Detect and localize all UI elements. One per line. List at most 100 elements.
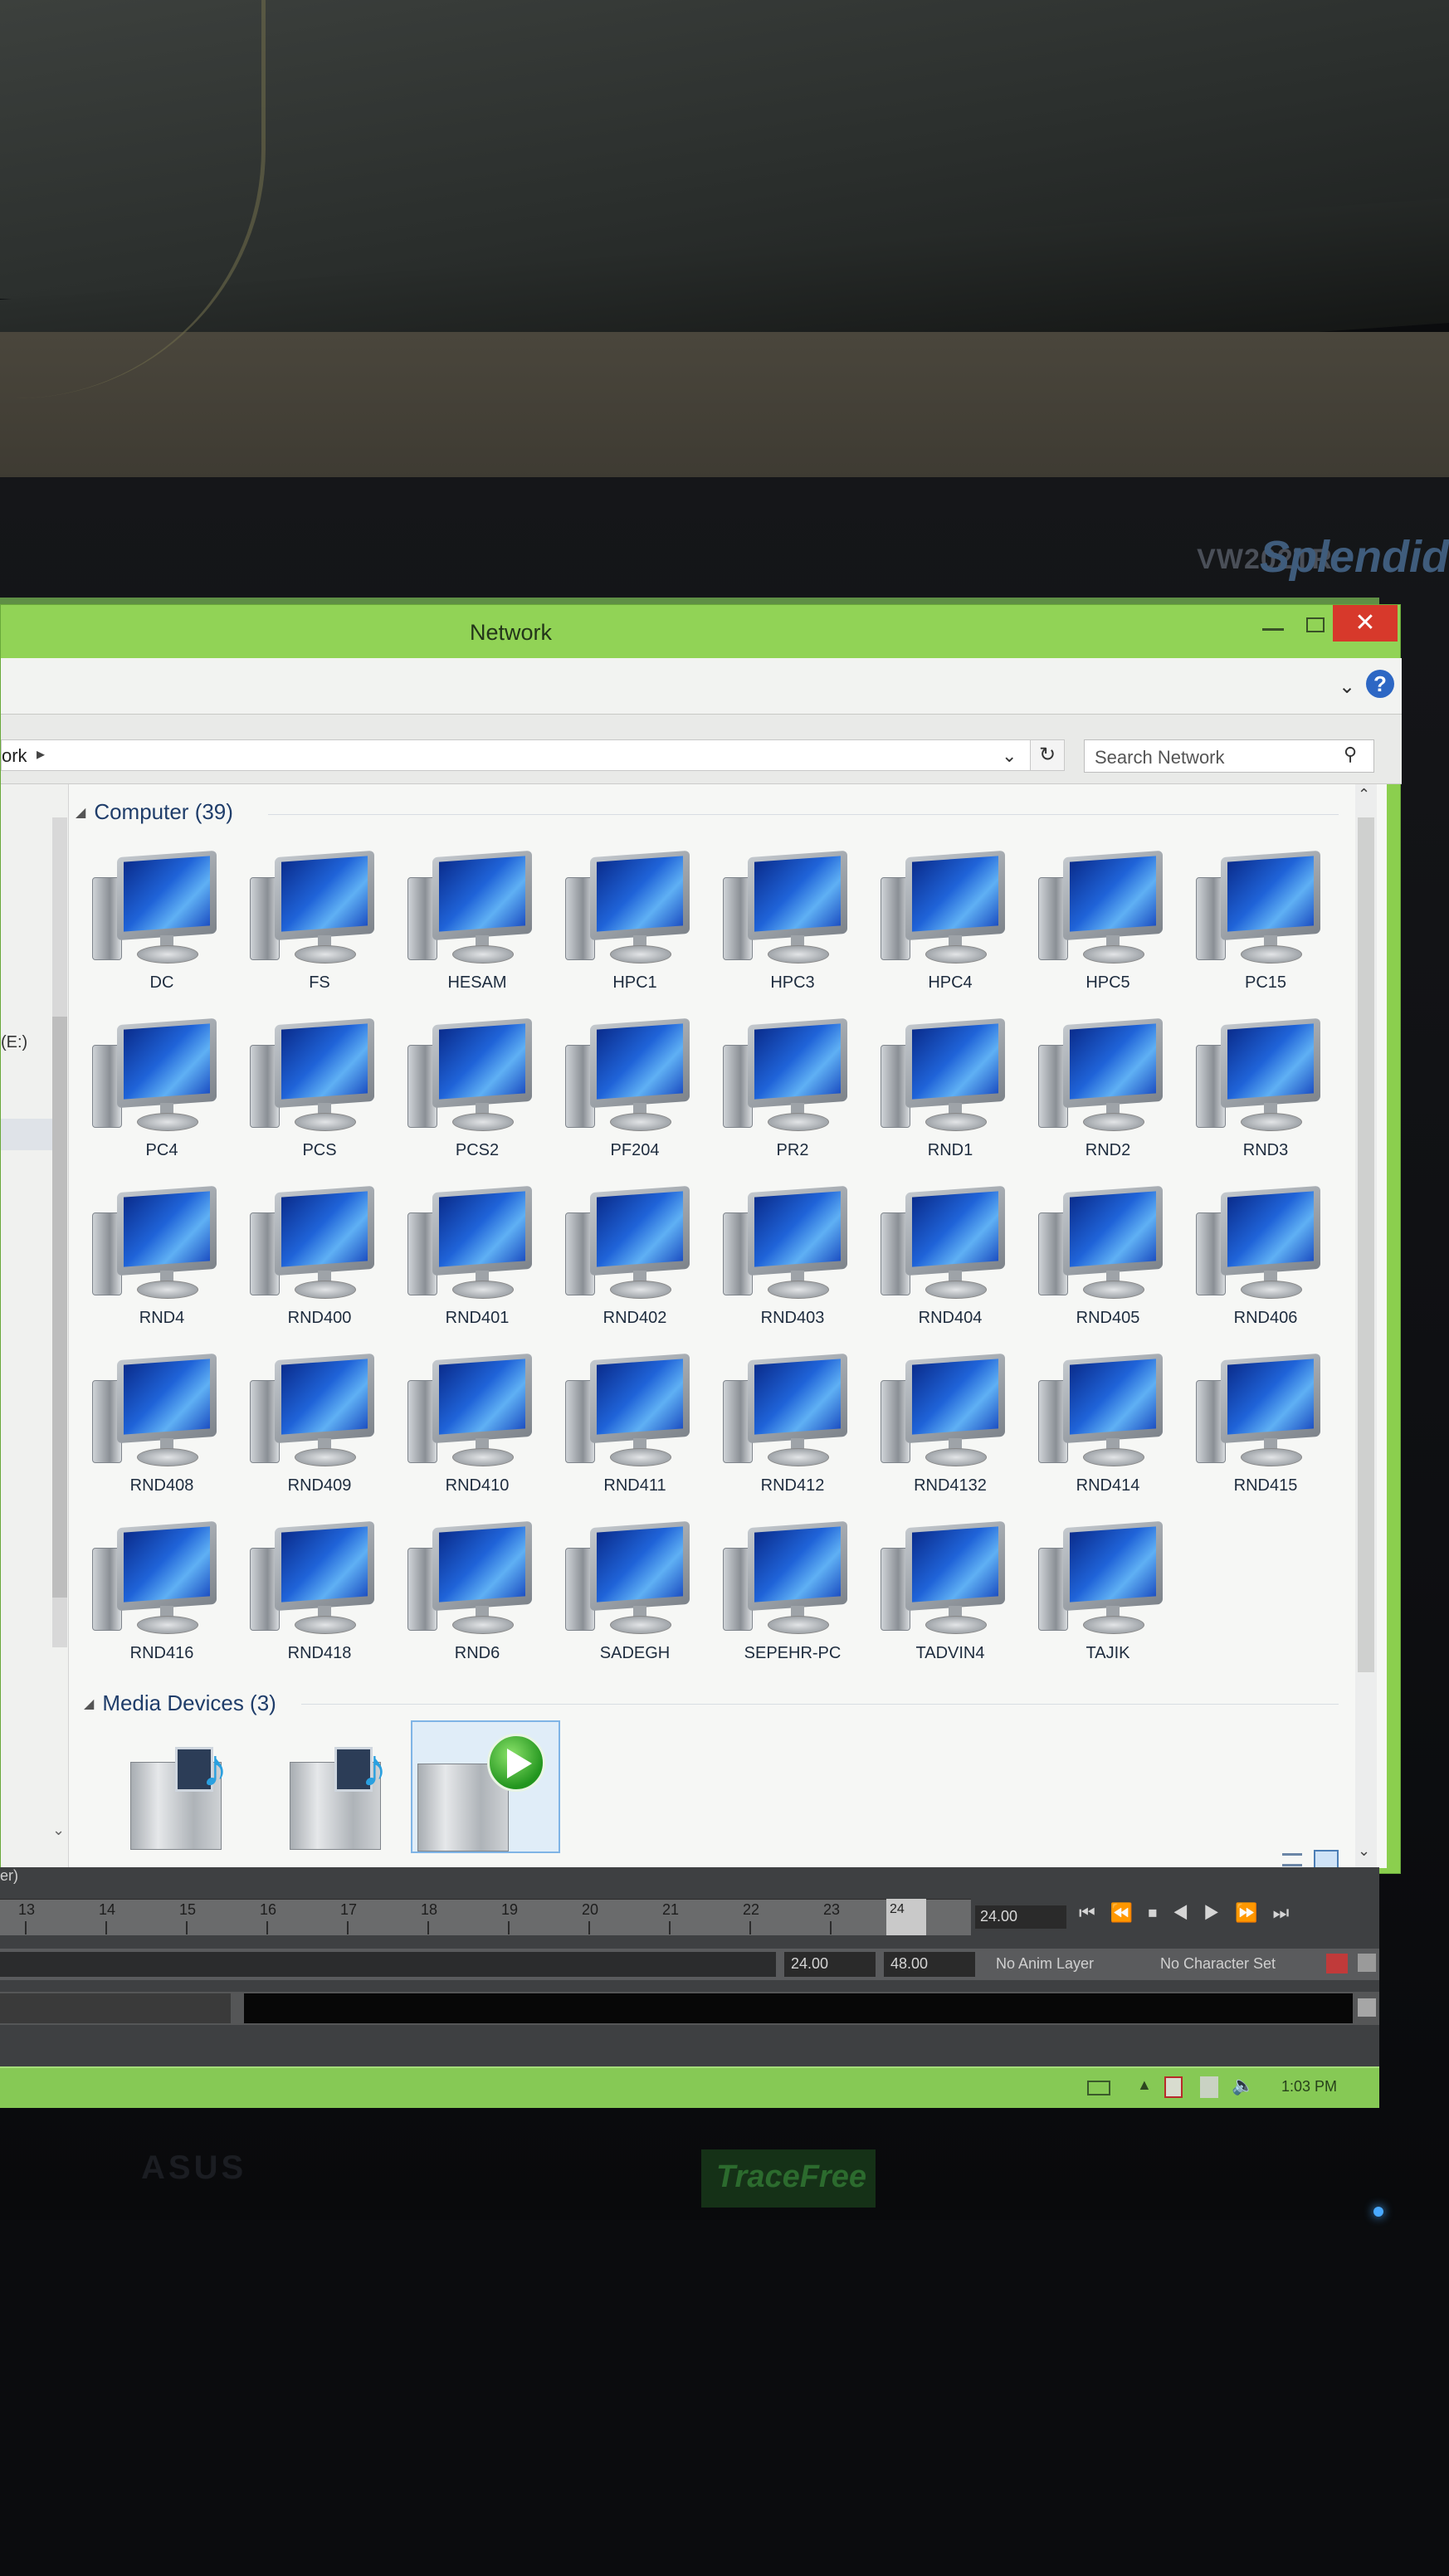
network-computer-item[interactable]: RND6 [402, 1513, 552, 1679]
network-computer-item[interactable]: RND406 [1191, 1178, 1340, 1344]
volume-icon[interactable]: 🔈 [1232, 2075, 1254, 2096]
minimize-button[interactable] [1262, 628, 1284, 631]
maximize-button[interactable] [1306, 617, 1325, 632]
expand-ribbon-icon[interactable]: ⌄ [1339, 675, 1355, 699]
network-computer-item[interactable]: RND414 [1033, 1345, 1183, 1511]
network-computer-item[interactable]: TAJIK [1033, 1513, 1183, 1679]
network-computer-item[interactable]: PC15 [1191, 842, 1340, 1008]
network-computer-item[interactable]: TADVIN4 [876, 1513, 1025, 1679]
network-computer-item[interactable]: RND4 [87, 1178, 237, 1344]
collapse-triangle-icon[interactable]: ◢ [76, 806, 85, 820]
network-computer-item[interactable]: RND403 [718, 1178, 867, 1344]
breadcrumb-arrow-icon[interactable]: ▸ [37, 744, 45, 764]
close-button[interactable]: ✕ [1333, 605, 1398, 642]
character-set-dropdown[interactable]: No Character Set [1160, 1955, 1276, 1973]
monitor-stand-icon [137, 1113, 198, 1131]
computer-screen-icon [754, 1023, 841, 1100]
network-computer-item[interactable]: DC [87, 842, 237, 1008]
show-hidden-icons-icon[interactable]: ▲ [1137, 2076, 1152, 2094]
network-computer-item[interactable]: RND404 [876, 1178, 1025, 1344]
monitor-stand-icon [137, 1616, 198, 1634]
nav-item-network[interactable] [1, 1119, 52, 1150]
network-computer-item[interactable]: RND416 [87, 1513, 237, 1679]
computer-screen-icon [912, 856, 998, 932]
network-computer-item[interactable]: PF204 [560, 1010, 710, 1176]
group-header-computer[interactable]: ◢ Computer (39) [76, 799, 233, 825]
computer-name-label: HESAM [447, 973, 507, 992]
anim-layer-dropdown[interactable]: No Anim Layer [996, 1955, 1094, 1973]
network-computer-item[interactable]: PR2 [718, 1010, 867, 1176]
time-ruler[interactable]: 13 14 15 16 17 18 19 20 21 22 23 24 [0, 1899, 971, 1935]
network-computer-item[interactable]: SEPEHR-PC [718, 1513, 867, 1679]
network-computer-item[interactable]: PCS2 [402, 1010, 552, 1176]
breadcrumb[interactable]: ork [2, 745, 27, 767]
network-computer-item[interactable]: FS [245, 842, 394, 1008]
title-bar[interactable]: Network ✕ [1, 605, 1400, 658]
network-computer-item[interactable]: RND408 [87, 1345, 237, 1511]
network-computer-item[interactable]: RND3 [1191, 1010, 1340, 1176]
media-device-1[interactable]: ♪ [125, 1737, 250, 1853]
address-history-dropdown-icon[interactable]: ⌄ [1002, 745, 1017, 767]
search-input[interactable]: Search Network ⚲ [1084, 739, 1374, 773]
network-computer-item[interactable]: SADEGH [560, 1513, 710, 1679]
network-computer-item[interactable]: PCS [245, 1010, 394, 1176]
ruler-tick [186, 1921, 188, 1934]
media-device-2[interactable]: ♪ [285, 1737, 409, 1853]
command-line-input[interactable] [0, 1993, 231, 2023]
network-computer-item[interactable]: RND409 [245, 1345, 394, 1511]
network-computer-item[interactable]: RND4132 [876, 1345, 1025, 1511]
network-computer-item[interactable]: HPC5 [1033, 842, 1183, 1008]
computer-screen-icon [597, 1526, 683, 1603]
scroll-up-icon[interactable]: ⌃ [1358, 786, 1370, 803]
collapse-triangle-icon[interactable]: ◢ [84, 1697, 94, 1711]
monitor-stand-icon [1083, 945, 1144, 964]
network-computer-item[interactable]: RND410 [402, 1345, 552, 1511]
help-icon[interactable]: ? [1366, 670, 1394, 698]
network-computer-item[interactable]: RND415 [1191, 1345, 1340, 1511]
network-computer-item[interactable]: RND418 [245, 1513, 394, 1679]
nav-scroll-down-icon[interactable]: ⌄ [52, 1822, 65, 1839]
network-computer-item[interactable]: HPC4 [876, 842, 1025, 1008]
script-editor-icon[interactable] [1358, 1998, 1376, 2017]
current-frame-field[interactable]: 24.00 [975, 1905, 1066, 1929]
nav-item-drive[interactable]: (E:) [1, 1033, 27, 1052]
animation-prefs-icon[interactable] [1358, 1954, 1376, 1972]
ruler-tick [105, 1921, 107, 1934]
monitor-stand-icon [452, 945, 514, 964]
network-computer-item[interactable]: RND411 [560, 1345, 710, 1511]
range-slider[interactable] [0, 1952, 776, 1977]
network-icon[interactable] [1200, 2076, 1218, 2098]
refresh-button[interactable]: ↻ [1030, 739, 1065, 771]
media-device-3[interactable] [411, 1720, 560, 1853]
nav-scrollbar-thumb[interactable] [52, 1017, 67, 1598]
computer-screen-icon [124, 1191, 210, 1267]
action-center-icon[interactable] [1164, 2076, 1183, 2098]
computer-name-label: RND405 [1076, 1309, 1140, 1327]
clock[interactable]: 1:03 PM [1281, 2078, 1337, 2095]
auto-key-icon[interactable] [1326, 1954, 1348, 1973]
search-icon[interactable]: ⚲ [1344, 744, 1357, 765]
network-computer-item[interactable]: HESAM [402, 842, 552, 1008]
range-start-field[interactable]: 24.00 [784, 1952, 876, 1977]
scroll-down-icon[interactable]: ⌄ [1358, 1842, 1370, 1860]
network-computer-item[interactable]: RND402 [560, 1178, 710, 1344]
monitor-stand-icon [137, 945, 198, 964]
keyboard-icon[interactable] [1087, 2081, 1110, 2095]
network-computer-item[interactable]: RND2 [1033, 1010, 1183, 1176]
monitor-stand-icon [768, 1281, 829, 1299]
network-computer-item[interactable]: RND405 [1033, 1178, 1183, 1344]
range-end-field[interactable]: 48.00 [884, 1952, 975, 1977]
address-bar[interactable]: ork ▸ ⌄ [1, 739, 1042, 771]
details-view-icon[interactable] [1282, 1853, 1302, 1866]
network-computer-item[interactable]: HPC3 [718, 842, 867, 1008]
network-computer-item[interactable]: RND412 [718, 1345, 867, 1511]
content-scrollbar-thumb[interactable] [1358, 817, 1374, 1672]
playback-controls[interactable]: ⏮ ⏪ ⏹ ◀ ▶ ⏩ ⏭ [1079, 1902, 1294, 1924]
group-header-media[interactable]: ◢ Media Devices (3) [84, 1690, 276, 1716]
monitor-stand-icon [768, 1448, 829, 1466]
network-computer-item[interactable]: RND401 [402, 1178, 552, 1344]
network-computer-item[interactable]: RND1 [876, 1010, 1025, 1176]
network-computer-item[interactable]: RND400 [245, 1178, 394, 1344]
network-computer-item[interactable]: PC4 [87, 1010, 237, 1176]
network-computer-item[interactable]: HPC1 [560, 842, 710, 1008]
